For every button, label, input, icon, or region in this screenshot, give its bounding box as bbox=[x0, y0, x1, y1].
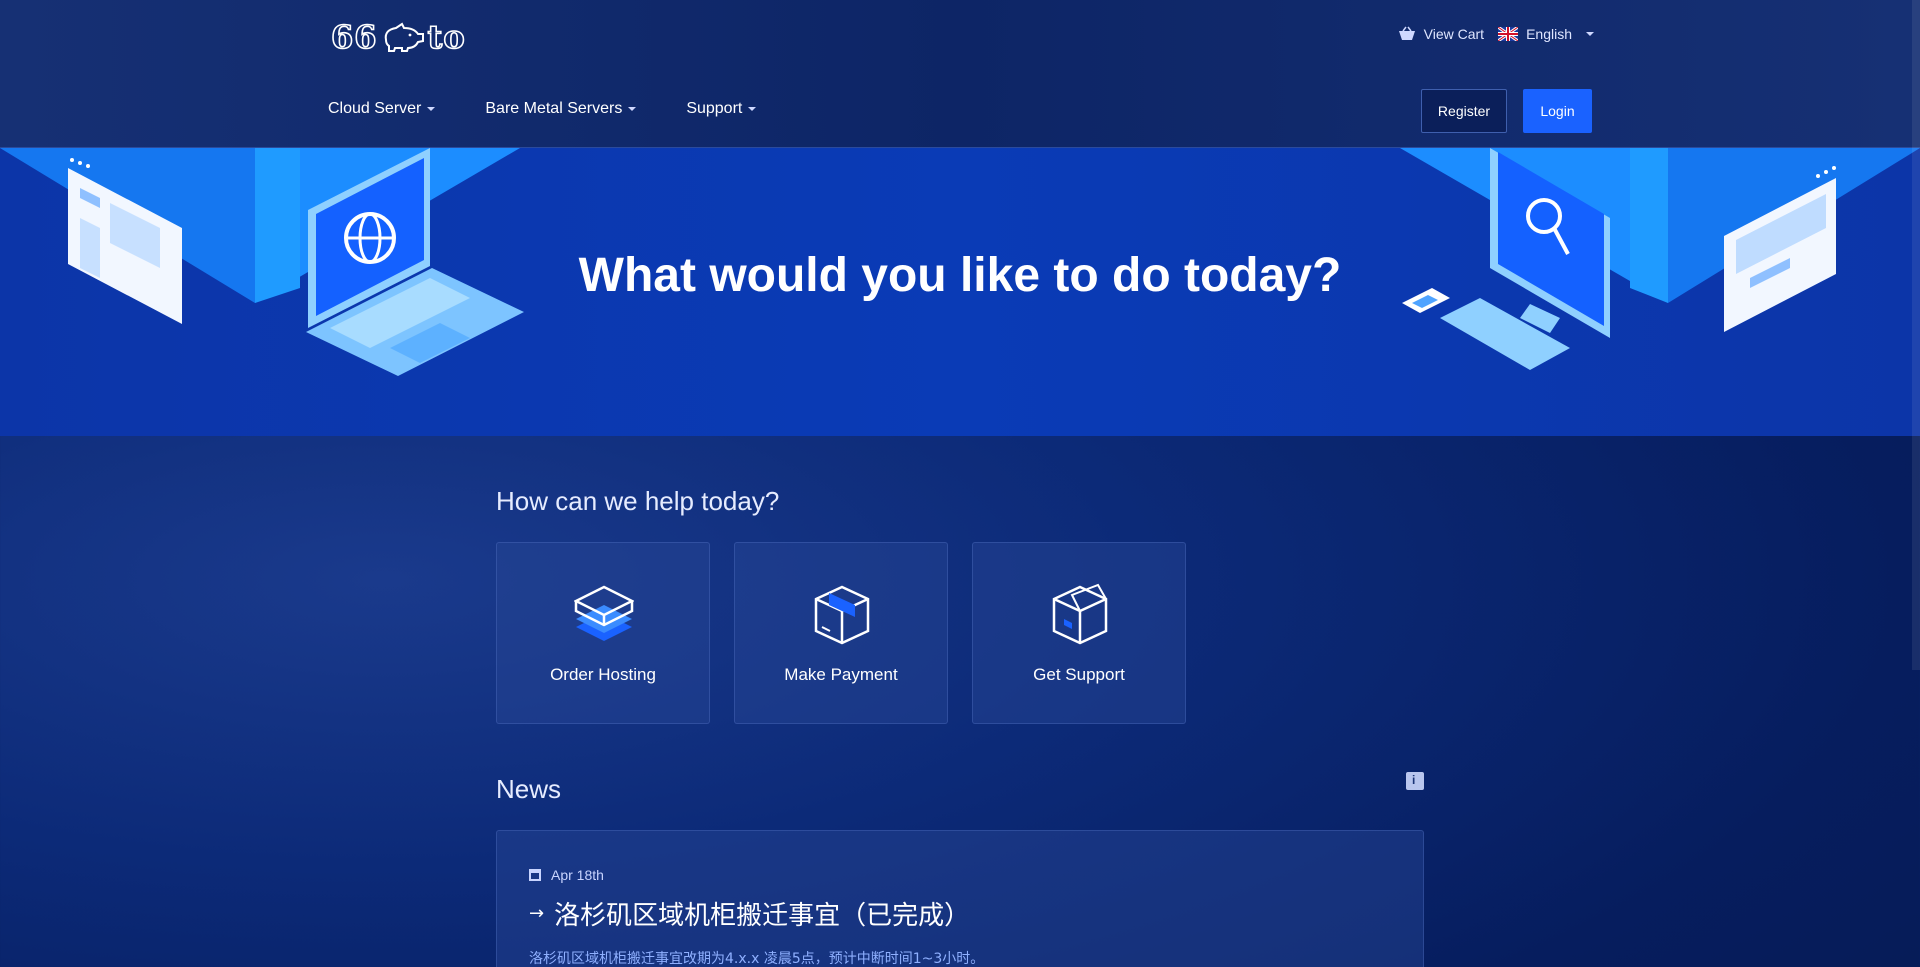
calendar-icon bbox=[529, 869, 541, 881]
view-cart-label: View Cart bbox=[1423, 26, 1485, 42]
main-nav: Cloud Server Bare Metal Servers Support bbox=[328, 100, 757, 118]
chevron-down-icon bbox=[427, 107, 436, 111]
chevron-down-icon bbox=[1586, 32, 1594, 36]
order-hosting-label: Order Hosting bbox=[550, 665, 656, 684]
view-cart-link[interactable]: View Cart bbox=[1398, 26, 1484, 42]
server-stack-icon bbox=[574, 585, 634, 641]
top-utility-bar: View Cart English bbox=[1398, 26, 1594, 42]
open-box-icon bbox=[1052, 583, 1108, 645]
news-section-title: News bbox=[496, 774, 562, 804]
order-hosting-card[interactable]: Order Hosting bbox=[496, 542, 710, 724]
language-label: English bbox=[1526, 26, 1572, 42]
get-support-card[interactable]: Get Support bbox=[972, 542, 1186, 724]
logo-text-left: 66 bbox=[330, 17, 378, 57]
uk-flag-icon bbox=[1498, 27, 1519, 41]
arrow-right-icon: → bbox=[529, 903, 545, 924]
news-date: Apr 18th bbox=[529, 867, 604, 883]
hero-title: What would you like to do today? bbox=[578, 249, 1342, 302]
basket-icon bbox=[1398, 26, 1415, 40]
page-scrollbar[interactable] bbox=[1912, 0, 1920, 670]
logo-text-right: to bbox=[427, 17, 466, 57]
login-button[interactable]: Login bbox=[1523, 89, 1592, 133]
chevron-down-icon bbox=[748, 107, 757, 111]
make-payment-card[interactable]: Make Payment bbox=[734, 542, 948, 724]
nav-cloud-server[interactable]: Cloud Server bbox=[328, 100, 436, 118]
help-section-title: How can we help today? bbox=[496, 486, 780, 516]
make-payment-label: Make Payment bbox=[784, 665, 898, 684]
site-header: 66 to View Cart English Cloud Server Bar… bbox=[0, 0, 1920, 148]
chevron-down-icon bbox=[628, 107, 637, 111]
hero-banner: What would you like to do today? bbox=[0, 148, 1920, 436]
news-date-text: Apr 18th bbox=[551, 867, 604, 883]
nav-bare-metal-label: Bare Metal Servers bbox=[485, 100, 623, 117]
pig-logo-icon bbox=[384, 22, 424, 52]
nav-support[interactable]: Support bbox=[686, 100, 757, 118]
news-item[interactable]: Apr 18th → 洛杉矶区域机柜搬迁事宜（已完成） 洛杉矶区域机柜搬迁事宜改… bbox=[496, 830, 1424, 967]
register-button[interactable]: Register bbox=[1421, 89, 1507, 133]
logo[interactable]: 66 to bbox=[330, 17, 466, 57]
nav-bare-metal-servers[interactable]: Bare Metal Servers bbox=[485, 100, 637, 118]
news-headline[interactable]: → 洛杉矶区域机柜搬迁事宜（已完成） bbox=[529, 895, 970, 932]
nav-support-label: Support bbox=[686, 100, 743, 117]
nav-cloud-server-label: Cloud Server bbox=[328, 100, 422, 117]
info-icon[interactable] bbox=[1406, 772, 1424, 790]
news-headline-text: 洛杉矶区域机柜搬迁事宜（已完成） bbox=[554, 901, 971, 931]
language-selector[interactable]: English bbox=[1498, 26, 1594, 42]
package-box-icon bbox=[814, 585, 870, 645]
news-excerpt: 洛杉矶区域机柜搬迁事宜改期为4.x.x 凌晨5点，预计中断时间1~3小时。 bbox=[529, 951, 985, 967]
get-support-label: Get Support bbox=[1033, 665, 1125, 684]
